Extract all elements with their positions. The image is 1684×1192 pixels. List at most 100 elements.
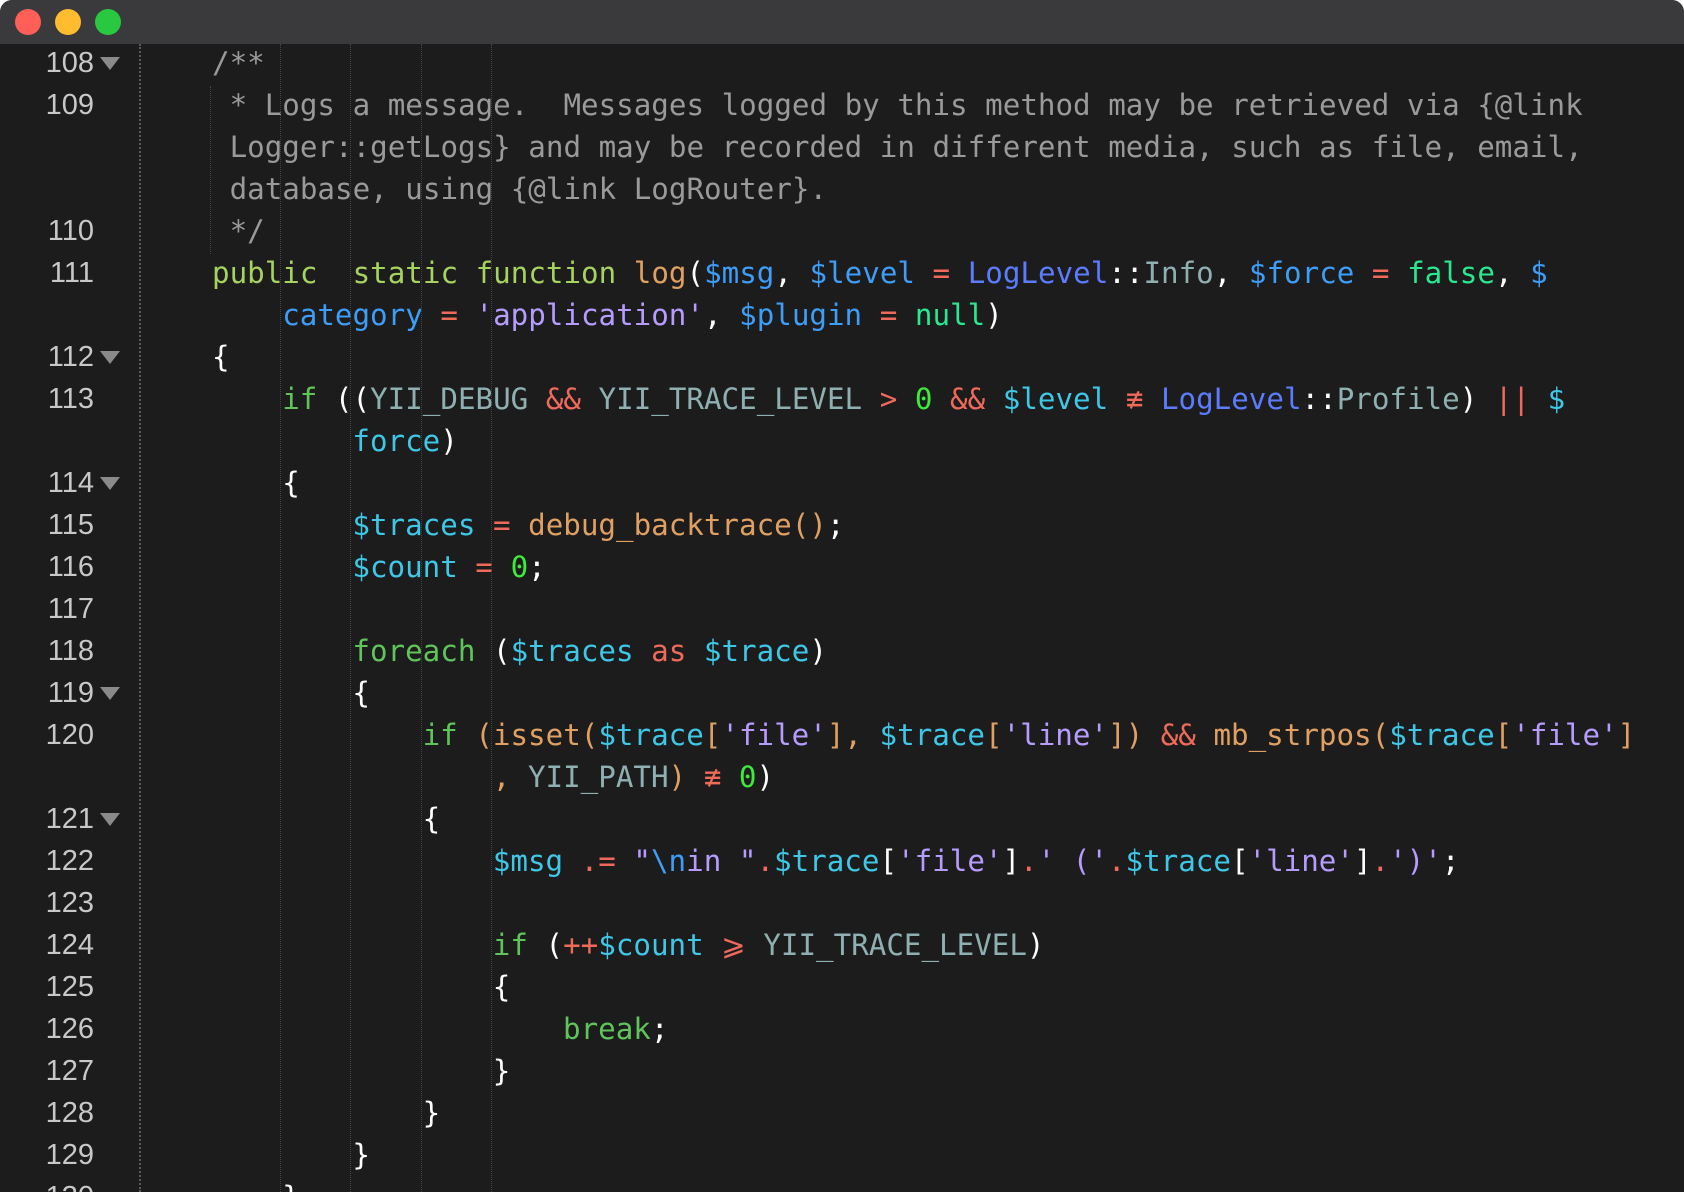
code-line[interactable]: 117	[0, 588, 1684, 630]
code-token: $plugin	[739, 298, 863, 332]
code-line[interactable]: category = 'application', $plugin = null…	[0, 294, 1684, 336]
code-text: public static function log($msg, $level …	[212, 252, 1548, 294]
code-token: =	[932, 256, 951, 290]
fold-arrow-icon[interactable]	[100, 477, 120, 490]
code-line[interactable]: 111 public static function log($msg, $lev…	[0, 252, 1684, 294]
code-token: &&	[950, 382, 986, 416]
code-line[interactable]: 127}	[0, 1050, 1684, 1092]
code-token: $msg	[704, 256, 775, 290]
code-token: Info	[1143, 256, 1214, 290]
close-button[interactable]	[15, 9, 41, 35]
code-text: $traces = debug_backtrace();	[352, 504, 844, 546]
code-token: ,	[1213, 256, 1249, 290]
line-number: 114	[47, 467, 94, 499]
code-line[interactable]: 130}	[0, 1176, 1684, 1192]
code-token: [	[703, 718, 722, 752]
code-line[interactable]: Logger::getLogs} and may be recorded in …	[0, 126, 1684, 168]
code-line[interactable]: , YII_PATH) ≢ 0)	[0, 756, 1684, 798]
line-number: 122	[45, 845, 94, 877]
code-token: break	[563, 1012, 651, 1046]
code-line[interactable]: 112 {	[0, 336, 1684, 378]
line-number: 109	[45, 89, 94, 121]
code-token: {	[422, 802, 441, 836]
code-line[interactable]: 125 {	[0, 966, 1684, 1008]
code-token: LogLevel	[1160, 382, 1302, 416]
fold-arrow-icon[interactable]	[100, 351, 120, 364]
code-line[interactable]: 123	[0, 882, 1684, 924]
code-token: YII_DEBUG	[370, 382, 529, 416]
code-token: ,	[774, 256, 810, 290]
code-text: }	[352, 1134, 370, 1176]
code-token: mb_strpos	[1213, 718, 1372, 752]
code-token: $trace	[598, 718, 704, 752]
code-line[interactable]: 118 foreach ($traces as $trace)	[0, 630, 1684, 672]
code-token: =	[440, 298, 458, 332]
code-editor[interactable]: 108 /** 109 * Logs a message. Messages log…	[0, 44, 1684, 1192]
code-token: 'line'	[1002, 718, 1108, 752]
code-line[interactable]: 115 $traces = debug_backtrace();	[0, 504, 1684, 546]
code-token: ])	[1108, 718, 1144, 752]
code-line[interactable]: 126 break;	[0, 1008, 1684, 1050]
code-line[interactable]: 129}	[0, 1134, 1684, 1176]
code-line[interactable]: 124 if (++$count ⩾ YII_TRACE_LEVEL)	[0, 924, 1684, 966]
code-token: if	[422, 718, 458, 752]
code-line[interactable]: 121 {	[0, 798, 1684, 840]
code-token: 'file'	[721, 718, 827, 752]
code-token: (	[545, 928, 564, 962]
maximize-button[interactable]	[95, 9, 121, 35]
code-token: )	[756, 760, 775, 794]
code-line[interactable]: 120 if (isset($trace['file'], $trace['lin…	[0, 714, 1684, 756]
code-line[interactable]: 110 */	[0, 210, 1684, 252]
code-token: ::	[1108, 256, 1144, 290]
fold-arrow-icon[interactable]	[100, 813, 120, 826]
minimize-button[interactable]	[55, 9, 81, 35]
line-number: 130	[22, 1176, 94, 1192]
code-line[interactable]: force)	[0, 420, 1684, 462]
line-number: 118	[47, 635, 94, 667]
code-token: {	[352, 676, 370, 710]
editor-window: 108 /** 109 * Logs a message. Messages log…	[0, 0, 1684, 1192]
code-token: }	[352, 1138, 370, 1172]
fold-arrow-icon[interactable]	[100, 687, 120, 700]
code-line[interactable]: 108 /**	[0, 42, 1684, 84]
code-line[interactable]: 113 if ((YII_DEBUG && YII_TRACE_LEVEL > 0…	[0, 378, 1684, 420]
code-line[interactable]: 114 {	[0, 462, 1684, 504]
code-token: ≢	[703, 760, 722, 794]
code-token: (	[686, 256, 705, 290]
code-token: .	[1107, 844, 1126, 878]
code-token: [	[984, 718, 1003, 752]
code-token: YII_TRACE_LEVEL	[763, 928, 1027, 962]
code-token: {	[282, 466, 300, 500]
code-token: >	[879, 382, 898, 416]
code-token: $trace	[1389, 718, 1495, 752]
code-line[interactable]: 128}	[0, 1092, 1684, 1134]
fold-arrow-icon[interactable]	[100, 57, 120, 70]
code-token: }	[422, 1096, 441, 1130]
code-token: ;	[1441, 844, 1460, 878]
code-text: * Logs a message. Messages logged by thi…	[212, 84, 1583, 126]
code-line[interactable]: database, using {@link LogRouter}.	[0, 168, 1684, 210]
code-token: ,	[844, 718, 880, 752]
line-number: 108	[45, 47, 94, 79]
line-number: 111	[49, 257, 94, 289]
code-line[interactable]: 122 $msg .= "\nin ".$trace['file'].' ('.$…	[0, 840, 1684, 882]
code-text: $msg .= "\nin ".$trace['file'].' ('.$tra…	[493, 840, 1460, 882]
code-text: database, using {@link LogRouter}.	[212, 168, 827, 210]
code-line[interactable]: 109 * Logs a message. Messages logged by…	[0, 84, 1684, 126]
line-number: 129	[45, 1139, 94, 1171]
code-line[interactable]: 116 $count = 0;	[0, 546, 1684, 588]
code-token: $trace	[774, 844, 880, 878]
code-token: log	[633, 256, 687, 290]
code-token: ]	[826, 718, 845, 752]
code-line[interactable]: 119 {	[0, 672, 1684, 714]
code-text: }	[423, 1092, 441, 1134]
